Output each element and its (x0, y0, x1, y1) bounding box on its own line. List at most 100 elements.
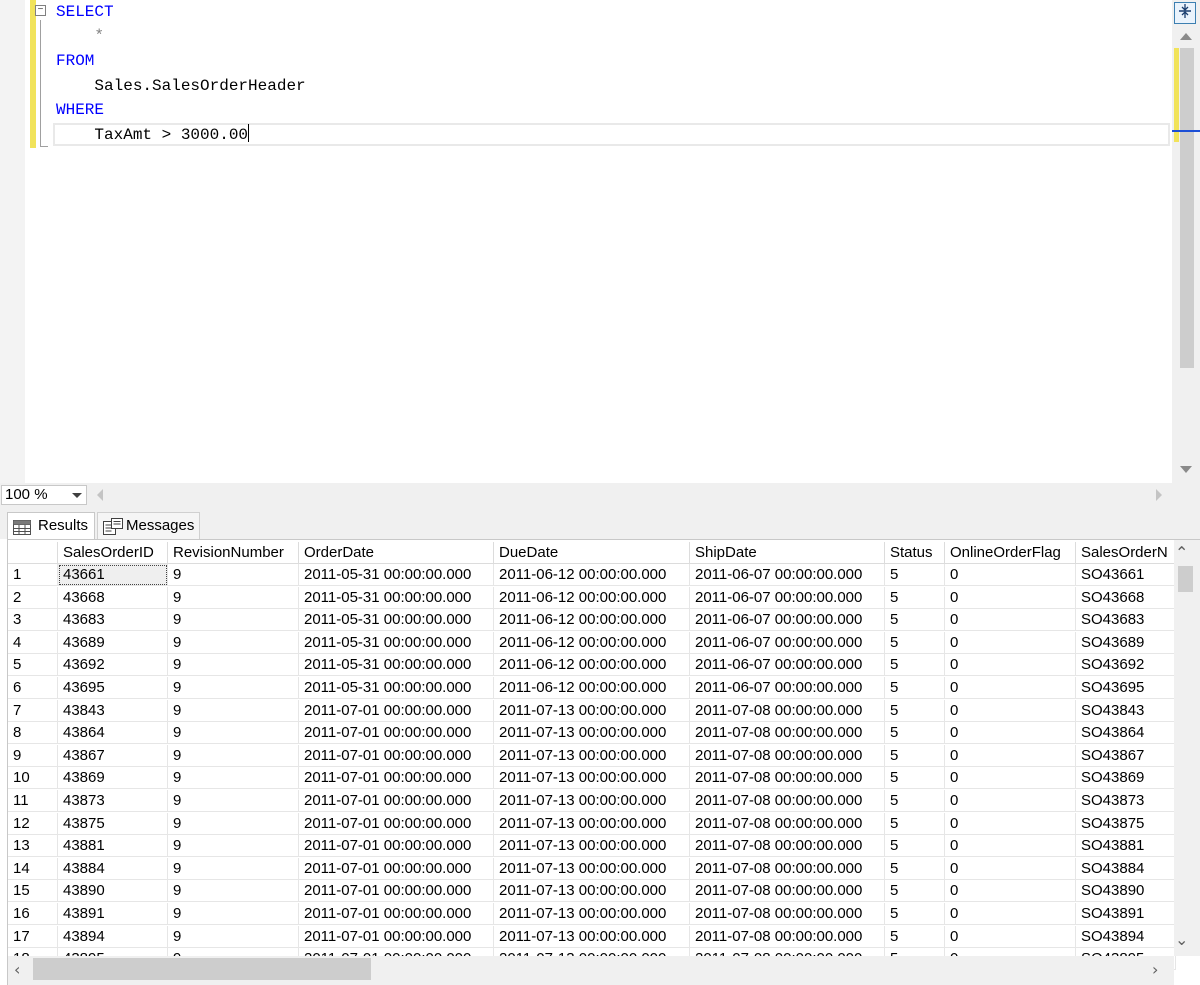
cell-status[interactable]: 5 (885, 744, 945, 767)
cell-salesordernumber[interactable]: SO43881 (1076, 835, 1176, 858)
table-row[interactable]: 1 43661 9 2011-05-31 00:00:00.000 2011-06-12… (8, 564, 1176, 586)
cell-onlineorderflag[interactable]: 0 (945, 654, 1076, 677)
cell-salesordernumber[interactable]: SO43668 (1076, 586, 1176, 609)
code-line-2[interactable]: * (56, 24, 104, 48)
results-grid[interactable]: SalesOrderID RevisionNumber OrderDate Du… (7, 539, 1200, 985)
cell-status[interactable]: 5 (885, 880, 945, 903)
grid-scroll-left-icon[interactable]: ‹ (14, 960, 20, 979)
tab-messages[interactable]: Messages (97, 512, 200, 539)
header-cell-status[interactable]: Status (885, 542, 945, 564)
header-cell-salesorderid[interactable]: SalesOrderID (58, 542, 168, 564)
cell-rownum[interactable]: 17 (8, 925, 58, 948)
scroll-down-icon[interactable] (1180, 466, 1192, 473)
cell-salesordernumber[interactable]: SO43689 (1076, 631, 1176, 654)
cell-salesordernumber[interactable]: SO43875 (1076, 812, 1176, 835)
cell-salesorderid[interactable]: 43873 (58, 790, 168, 812)
split-window-icon[interactable] (1174, 2, 1196, 24)
cell-salesorderid[interactable]: 43864 (58, 722, 168, 745)
table-row[interactable]: 10 43869 9 2011-07-01 00:00:00.000 2011-07-1… (8, 767, 1176, 790)
cell-orderdate[interactable]: 2011-07-01 00:00:00.000 (299, 722, 494, 745)
table-row[interactable]: 13 43881 9 2011-07-01 00:00:00.000 2011-07-1… (8, 835, 1176, 858)
cell-salesorderid[interactable]: 43891 (58, 903, 168, 925)
cell-shipdate[interactable]: 2011-07-08 00:00:00.000 (690, 699, 885, 722)
cell-status[interactable]: 5 (885, 586, 945, 609)
cell-revisionnumber[interactable]: 9 (168, 835, 299, 858)
table-row[interactable]: 11 43873 9 2011-07-01 00:00:00.000 2011-07-1… (8, 790, 1176, 812)
cell-revisionnumber[interactable]: 9 (168, 812, 299, 835)
cell-duedate[interactable]: 2011-07-13 00:00:00.000 (494, 857, 690, 880)
cell-onlineorderflag[interactable]: 0 (945, 835, 1076, 858)
cell-status[interactable]: 5 (885, 609, 945, 632)
cell-duedate[interactable]: 2011-06-12 00:00:00.000 (494, 654, 690, 677)
cell-duedate[interactable]: 2011-07-13 00:00:00.000 (494, 767, 690, 790)
cell-onlineorderflag[interactable]: 0 (945, 722, 1076, 745)
cell-rownum[interactable]: 13 (8, 835, 58, 858)
cell-shipdate[interactable]: 2011-07-08 00:00:00.000 (690, 790, 885, 812)
cell-salesordernumber[interactable]: SO43683 (1076, 609, 1176, 632)
cell-rownum[interactable]: 5 (8, 654, 58, 677)
cell-revisionnumber[interactable]: 9 (168, 744, 299, 767)
cell-rownum[interactable]: 16 (8, 903, 58, 925)
cell-salesordernumber[interactable]: SO43891 (1076, 903, 1176, 925)
cell-rownum[interactable]: 7 (8, 699, 58, 722)
cell-salesordernumber[interactable]: SO43692 (1076, 654, 1176, 677)
cell-salesorderid[interactable]: 43692 (58, 654, 168, 677)
cell-shipdate[interactable]: 2011-06-07 00:00:00.000 (690, 631, 885, 654)
cell-onlineorderflag[interactable]: 0 (945, 857, 1076, 880)
code-line-3[interactable]: FROM (56, 49, 94, 73)
code-line-5[interactable]: WHERE (56, 98, 104, 122)
cell-status[interactable]: 5 (885, 564, 945, 586)
cell-revisionnumber[interactable]: 9 (168, 699, 299, 722)
cell-status[interactable]: 5 (885, 835, 945, 858)
cell-orderdate[interactable]: 2011-07-01 00:00:00.000 (299, 699, 494, 722)
cell-salesorderid[interactable]: 43890 (58, 880, 168, 903)
cell-onlineorderflag[interactable]: 0 (945, 790, 1076, 812)
table-row[interactable]: 2 43668 9 2011-05-31 00:00:00.000 2011-06-12… (8, 586, 1176, 609)
cell-duedate[interactable]: 2011-06-12 00:00:00.000 (494, 609, 690, 632)
cell-revisionnumber[interactable]: 9 (168, 767, 299, 790)
header-cell-rownum[interactable] (8, 542, 58, 564)
grid-scroll-right-icon[interactable]: › (1152, 960, 1158, 979)
cell-salesorderid[interactable]: 43661 (58, 564, 168, 586)
cell-onlineorderflag[interactable]: 0 (945, 631, 1076, 654)
cell-revisionnumber[interactable]: 9 (168, 903, 299, 925)
cell-revisionnumber[interactable]: 9 (168, 586, 299, 609)
cell-shipdate[interactable]: 2011-07-08 00:00:00.000 (690, 835, 885, 858)
table-row[interactable]: 16 43891 9 2011-07-01 00:00:00.000 2011-07-1… (8, 903, 1176, 925)
cell-status[interactable]: 5 (885, 903, 945, 925)
table-row[interactable]: 3 43683 9 2011-05-31 00:00:00.000 2011-06-12… (8, 609, 1176, 632)
cell-duedate[interactable]: 2011-07-13 00:00:00.000 (494, 903, 690, 925)
table-row[interactable]: 14 43884 9 2011-07-01 00:00:00.000 2011-07-1… (8, 857, 1176, 880)
cell-rownum[interactable]: 10 (8, 767, 58, 790)
cell-rownum[interactable]: 9 (8, 744, 58, 767)
cell-onlineorderflag[interactable]: 0 (945, 903, 1076, 925)
cell-salesordernumber[interactable]: SO43869 (1076, 767, 1176, 790)
cell-rownum[interactable]: 4 (8, 631, 58, 654)
cell-revisionnumber[interactable]: 9 (168, 722, 299, 745)
cell-shipdate[interactable]: 2011-07-08 00:00:00.000 (690, 744, 885, 767)
cell-duedate[interactable]: 2011-06-12 00:00:00.000 (494, 564, 690, 586)
cell-rownum[interactable]: 6 (8, 677, 58, 699)
cell-shipdate[interactable]: 2011-07-08 00:00:00.000 (690, 722, 885, 745)
table-row[interactable]: 15 43890 9 2011-07-01 00:00:00.000 2011-07-1… (8, 880, 1176, 903)
table-row[interactable]: 5 43692 9 2011-05-31 00:00:00.000 2011-06-12… (8, 654, 1176, 677)
cell-shipdate[interactable]: 2011-07-08 00:00:00.000 (690, 857, 885, 880)
table-row[interactable]: 6 43695 9 2011-05-31 00:00:00.000 2011-06-12… (8, 677, 1176, 699)
code-line-4[interactable]: Sales.SalesOrderHeader (56, 74, 305, 98)
cell-orderdate[interactable]: 2011-05-31 00:00:00.000 (299, 609, 494, 632)
cell-rownum[interactable]: 8 (8, 722, 58, 745)
cell-orderdate[interactable]: 2011-07-01 00:00:00.000 (299, 767, 494, 790)
cell-status[interactable]: 5 (885, 722, 945, 745)
cell-revisionnumber[interactable]: 9 (168, 631, 299, 654)
cell-shipdate[interactable]: 2011-06-07 00:00:00.000 (690, 677, 885, 699)
grid-horizontal-scroll-thumb[interactable] (33, 958, 371, 980)
cell-status[interactable]: 5 (885, 654, 945, 677)
cell-orderdate[interactable]: 2011-05-31 00:00:00.000 (299, 631, 494, 654)
cell-salesorderid[interactable]: 43867 (58, 744, 168, 767)
grid-vertical-scroll-thumb[interactable] (1178, 566, 1193, 592)
cell-shipdate[interactable]: 2011-06-07 00:00:00.000 (690, 609, 885, 632)
cell-duedate[interactable]: 2011-07-13 00:00:00.000 (494, 880, 690, 903)
cell-salesordernumber[interactable]: SO43884 (1076, 857, 1176, 880)
cell-salesordernumber[interactable]: SO43873 (1076, 790, 1176, 812)
cell-rownum[interactable]: 1 (8, 564, 58, 586)
